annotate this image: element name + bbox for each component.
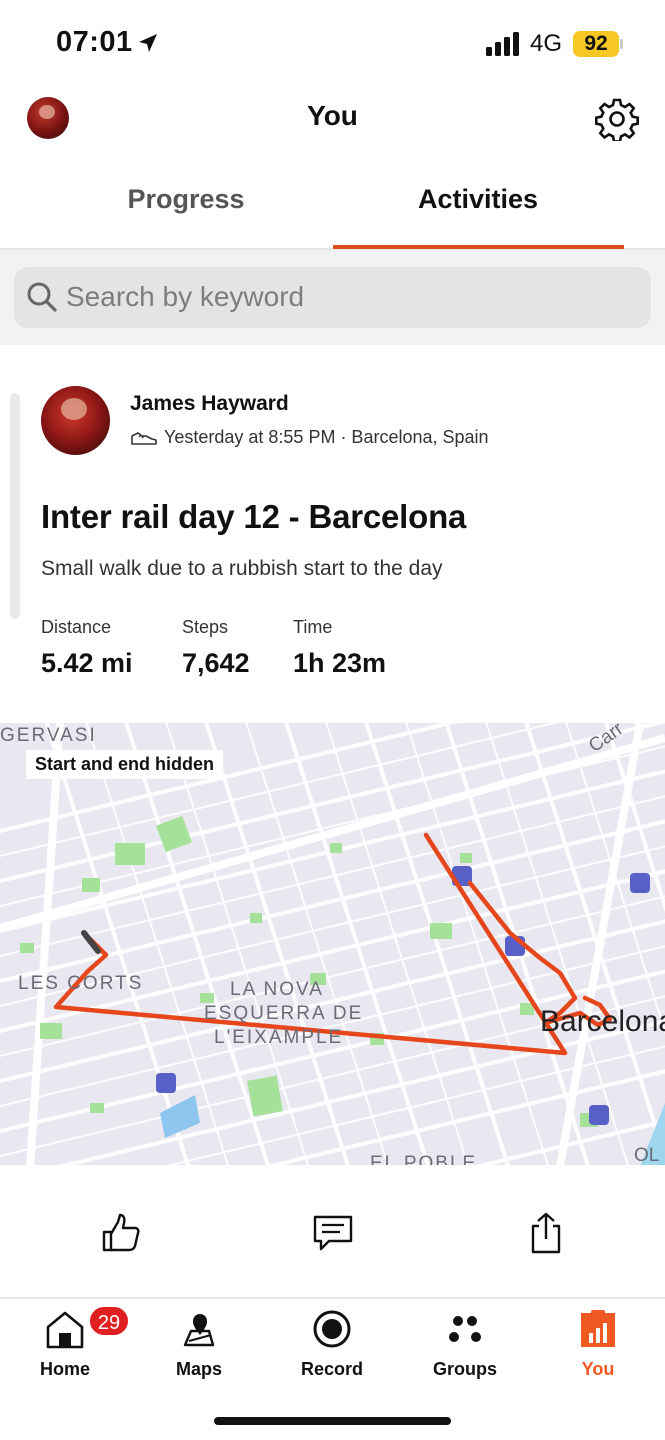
nav-label: You [581,1359,615,1379]
stat-steps: Steps 7,642 [182,617,250,679]
activity-actions [0,1165,665,1297]
nav-maps[interactable]: Maps [144,1309,254,1389]
network-type: 4G [530,30,563,57]
activity-description: Small walk due to a rubbish start to the… [41,557,443,580]
athlete-name[interactable]: James Hayward [130,392,289,416]
stat-distance: Distance 5.42 mi [41,617,133,679]
activity-meta: Yesterday at 8:55 PM · Barcelona, Spain [164,427,489,447]
search-icon [27,282,57,312]
notification-badge: 29 [88,1305,130,1337]
tab-progress[interactable]: Progress [20,184,352,215]
athlete-avatar[interactable] [41,386,110,455]
record-icon [313,1310,351,1348]
home-indicator[interactable] [214,1417,451,1425]
groups-icon [449,1316,481,1342]
nav-label: Maps [175,1359,222,1379]
location-arrow-icon [139,34,157,52]
nav-record[interactable]: Record [277,1309,387,1389]
tab-bar: Progress Activities [0,170,665,250]
map-label: LES CORTS [18,973,144,994]
nav-you[interactable]: You [543,1309,653,1389]
map-label: LA NOVA [230,979,324,1000]
nav-label: Record [300,1359,363,1379]
map-label-barcelona: Barcelona [540,1005,665,1038]
status-time: 07:01 [56,26,133,58]
nav-label: Home [39,1359,90,1379]
comment-icon[interactable] [312,1212,354,1254]
nav-home[interactable]: 29 Home [10,1305,130,1389]
stat-label: Time [293,617,333,637]
battery-level: 92 [573,31,619,57]
map-label: L'EIXAMPLE [214,1027,344,1048]
stat-time: Time 1h 23m [293,617,386,679]
status-bar: 07:01 4G 92 [0,0,665,88]
search-section [0,250,665,345]
gear-icon[interactable] [595,97,639,141]
stat-value: 7,642 [182,648,250,678]
home-icon [46,1311,84,1349]
stat-label: Steps [182,617,229,637]
map-label: ESQUERRA DE [204,1003,364,1024]
start-end-hidden-badge: Start and end hidden [26,750,224,779]
route-map[interactable]: Start and end hidden GERVASI LES CORTS L… [0,723,665,1166]
search-input[interactable] [66,277,626,317]
cellular-signal-icon [486,32,519,56]
stat-value: 1h 23m [293,648,387,678]
battery-tip [620,39,623,49]
shoe-icon [131,432,157,445]
search-box[interactable] [14,267,651,328]
thumbs-up-icon[interactable] [100,1212,142,1254]
map-pin-icon [183,1314,215,1347]
tab-activities[interactable]: Activities [312,184,644,215]
map-label: OL [634,1145,660,1166]
stat-label: Distance [41,617,112,637]
nav-label: Groups [432,1359,497,1379]
scroll-indicator [10,393,20,619]
activity-title[interactable]: Inter rail day 12 - Barcelona [41,498,466,536]
you-icon [581,1310,615,1347]
map-background [0,723,665,1166]
activity-card[interactable]: James Hayward Yesterday at 8:55 PM · Bar… [0,345,665,1166]
nav-groups[interactable]: Groups [410,1309,520,1389]
map-label: GERVASI [0,725,97,746]
active-tab-indicator [333,245,624,249]
share-icon[interactable] [525,1212,567,1254]
stat-value: 5.42 mi [41,648,133,678]
page-header: You [0,90,665,150]
page-title: You [307,100,358,131]
